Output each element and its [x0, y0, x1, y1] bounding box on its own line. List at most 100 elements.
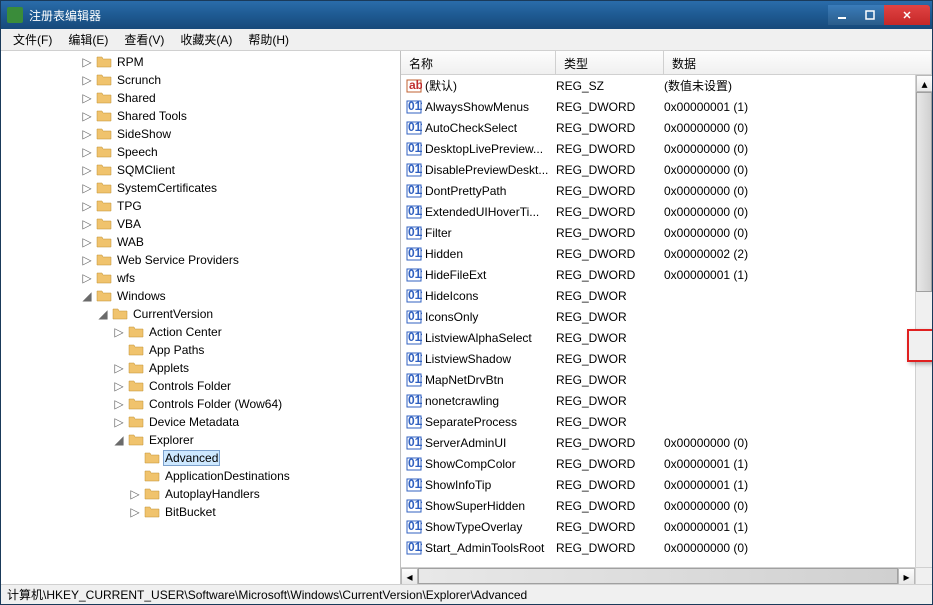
- list-row[interactable]: DontPrettyPathREG_DWORD0x00000000 (0): [401, 180, 932, 201]
- tree-label[interactable]: Speech: [115, 145, 160, 159]
- tree-toggle-icon[interactable]: ▷: [81, 128, 93, 140]
- tree-toggle-icon[interactable]: ▷: [81, 200, 93, 212]
- tree-node[interactable]: ▷ BitBucket: [1, 503, 400, 521]
- tree-node[interactable]: ▷Scrunch: [1, 71, 400, 89]
- list-row[interactable]: ShowSuperHiddenREG_DWORD0x00000000 (0): [401, 495, 932, 516]
- tree-node[interactable]: ▷ Controls Folder: [1, 377, 400, 395]
- tree-label[interactable]: BitBucket: [163, 505, 218, 519]
- tree-toggle-icon[interactable]: ◢: [97, 308, 109, 320]
- tree-toggle-icon[interactable]: ▷: [81, 254, 93, 266]
- col-type[interactable]: 类型: [556, 51, 664, 74]
- tree-label[interactable]: Controls Folder (Wow64): [147, 397, 284, 411]
- tree-label[interactable]: Applets: [147, 361, 191, 375]
- tree-node[interactable]: ▷ Action Center: [1, 323, 400, 341]
- list-row[interactable]: MapNetDrvBtnREG_DWOR: [401, 369, 932, 390]
- horizontal-scrollbar[interactable]: ◂ ▸: [401, 567, 915, 584]
- tree-label[interactable]: RPM: [115, 55, 146, 69]
- list-row[interactable]: DesktopLivePreview...REG_DWORD0x00000000…: [401, 138, 932, 159]
- tree-node[interactable]: ▷SystemCertificates: [1, 179, 400, 197]
- tree-toggle-icon[interactable]: ▷: [81, 56, 93, 68]
- menu-view[interactable]: 查看(V): [116, 29, 172, 50]
- tree-label[interactable]: VBA: [115, 217, 143, 231]
- tree-node[interactable]: ◢Explorer: [1, 431, 400, 449]
- tree-node[interactable]: ▷Shared Tools: [1, 107, 400, 125]
- list-row[interactable]: ServerAdminUIREG_DWORD0x00000000 (0): [401, 432, 932, 453]
- tree-node[interactable]: ▷ RPM: [1, 53, 400, 71]
- list-body[interactable]: (默认)REG_SZ(数值未设置)AlwaysShowMenusREG_DWOR…: [401, 75, 932, 584]
- tree-node[interactable]: ▷SideShow: [1, 125, 400, 143]
- tree-toggle-icon[interactable]: ▷: [81, 146, 93, 158]
- list-row[interactable]: HideFileExtREG_DWORD0x00000001 (1): [401, 264, 932, 285]
- tree-toggle-icon[interactable]: ▷: [113, 416, 125, 428]
- list-row[interactable]: ShowInfoTipREG_DWORD0x00000001 (1): [401, 474, 932, 495]
- titlebar[interactable]: 注册表编辑器: [1, 1, 932, 29]
- tree-toggle-icon[interactable]: ▷: [81, 164, 93, 176]
- list-row[interactable]: ShowTypeOverlayREG_DWORD0x00000001 (1): [401, 516, 932, 537]
- list-row[interactable]: nonetcrawlingREG_DWOR: [401, 390, 932, 411]
- tree-node[interactable]: ▷ WAB: [1, 233, 400, 251]
- tree-label[interactable]: Advanced: [163, 450, 220, 466]
- ctx-new[interactable]: 新建(N) ▸: [911, 333, 932, 358]
- scroll-thumb-v[interactable]: [916, 92, 932, 292]
- tree-label[interactable]: SystemCertificates: [115, 181, 219, 195]
- scroll-up-button[interactable]: ▴: [916, 75, 932, 92]
- tree-label[interactable]: wfs: [115, 271, 137, 285]
- tree-node[interactable]: ▷AutoplayHandlers: [1, 485, 400, 503]
- tree-node[interactable]: ▷Controls Folder (Wow64): [1, 395, 400, 413]
- tree-node[interactable]: ▷ SQMClient: [1, 161, 400, 179]
- tree-node[interactable]: ▷ wfs: [1, 269, 400, 287]
- tree-toggle-icon[interactable]: ◢: [81, 290, 93, 302]
- maximize-button[interactable]: [856, 5, 884, 25]
- col-name[interactable]: 名称: [401, 51, 556, 74]
- tree-label[interactable]: Windows: [115, 289, 168, 303]
- list-row[interactable]: Start_AdminToolsRootREG_DWORD0x00000000 …: [401, 537, 932, 558]
- tree-node[interactable]: ▷ Web Service Providers: [1, 251, 400, 269]
- tree-label[interactable]: Controls Folder: [147, 379, 233, 393]
- list-row[interactable]: AutoCheckSelectREG_DWORD0x00000000 (0): [401, 117, 932, 138]
- list-row[interactable]: HideIconsREG_DWOR: [401, 285, 932, 306]
- tree-node[interactable]: ▷Shared: [1, 89, 400, 107]
- tree-node[interactable]: ApplicationDestinations: [1, 467, 400, 485]
- list-row[interactable]: FilterREG_DWORD0x00000000 (0): [401, 222, 932, 243]
- menu-edit[interactable]: 编辑(E): [60, 29, 116, 50]
- tree-toggle-icon[interactable]: ▷: [81, 272, 93, 284]
- menu-favorites[interactable]: 收藏夹(A): [172, 29, 240, 50]
- tree-toggle-icon[interactable]: ▷: [113, 380, 125, 392]
- tree-node[interactable]: ◢ CurrentVersion: [1, 305, 400, 323]
- tree-label[interactable]: Scrunch: [115, 73, 163, 87]
- list-row[interactable]: AlwaysShowMenusREG_DWORD0x00000001 (1): [401, 96, 932, 117]
- tree-node[interactable]: ▷Applets: [1, 359, 400, 377]
- tree-label[interactable]: Device Metadata: [147, 415, 241, 429]
- tree-toggle-icon[interactable]: ▷: [129, 488, 141, 500]
- tree-label[interactable]: App Paths: [147, 343, 206, 357]
- tree-toggle-icon[interactable]: ▷: [81, 236, 93, 248]
- tree-label[interactable]: Shared: [115, 91, 158, 105]
- tree-toggle-icon[interactable]: ▷: [113, 326, 125, 338]
- tree-label[interactable]: Explorer: [147, 433, 196, 447]
- tree-label[interactable]: TPG: [115, 199, 144, 213]
- list-row[interactable]: IconsOnlyREG_DWOR: [401, 306, 932, 327]
- scroll-right-button[interactable]: ▸: [898, 568, 915, 584]
- list-row[interactable]: HiddenREG_DWORD0x00000002 (2): [401, 243, 932, 264]
- scroll-left-button[interactable]: ◂: [401, 568, 418, 584]
- list-row[interactable]: ListviewShadowREG_DWOR: [401, 348, 932, 369]
- vertical-scrollbar[interactable]: ▴: [915, 75, 932, 567]
- tree-node[interactable]: ◢ Windows: [1, 287, 400, 305]
- tree-label[interactable]: CurrentVersion: [131, 307, 215, 321]
- tree-toggle-icon[interactable]: [129, 452, 141, 464]
- close-button[interactable]: [884, 5, 930, 25]
- tree-toggle-icon[interactable]: ▷: [129, 506, 141, 518]
- tree-pane[interactable]: ▷RPM▷Scrunch▷Shared▷Shared Tools▷SideSho…: [1, 51, 401, 584]
- tree-label[interactable]: Action Center: [147, 325, 224, 339]
- tree-label[interactable]: Web Service Providers: [115, 253, 241, 267]
- scroll-thumb-h[interactable]: [418, 568, 898, 584]
- tree-toggle-icon[interactable]: ▷: [81, 110, 93, 122]
- tree-node[interactable]: ▷VBA: [1, 215, 400, 233]
- tree-toggle-icon[interactable]: [129, 470, 141, 482]
- col-data[interactable]: 数据: [664, 51, 932, 74]
- tree-label[interactable]: WAB: [115, 235, 146, 249]
- menu-file[interactable]: 文件(F): [5, 29, 60, 50]
- tree-node[interactable]: ▷ TPG: [1, 197, 400, 215]
- tree-label[interactable]: SQMClient: [115, 163, 177, 177]
- list-row[interactable]: SeparateProcessREG_DWOR: [401, 411, 932, 432]
